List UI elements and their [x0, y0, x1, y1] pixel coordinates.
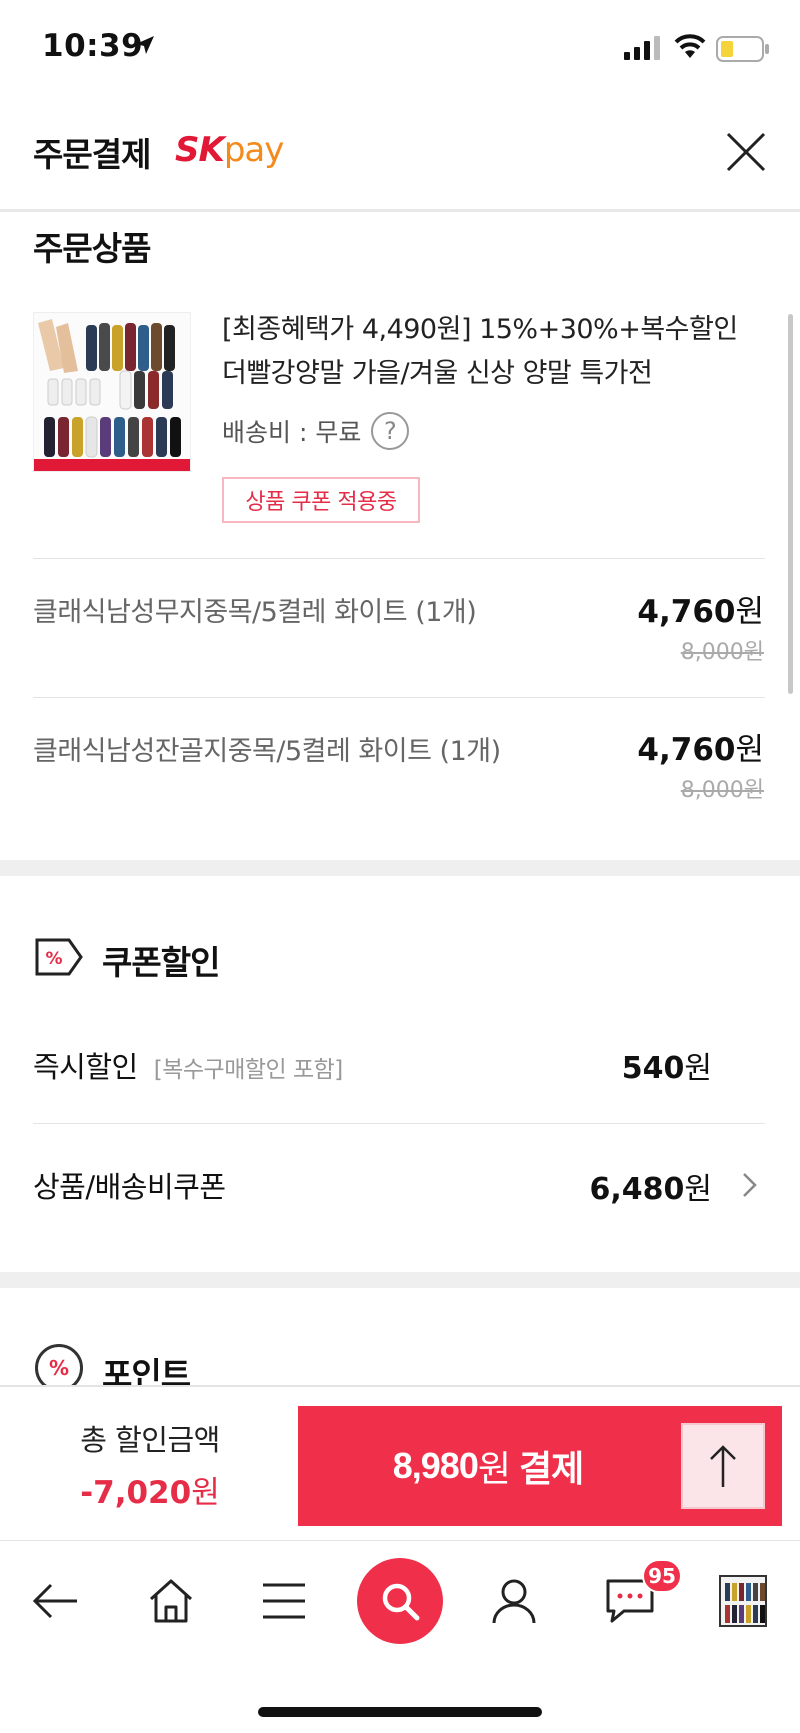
- shipping-info: 배송비 : 무료 ?: [222, 412, 410, 450]
- product-shipping-coupon-amount: 6,480: [589, 1172, 685, 1207]
- wifi-icon: [674, 34, 706, 58]
- section-divider: [0, 1272, 800, 1288]
- nav-back-button[interactable]: [16, 1561, 96, 1641]
- home-icon: [149, 1579, 193, 1623]
- nav-menu-button[interactable]: [244, 1561, 324, 1641]
- total-discount-won: 원: [191, 1475, 220, 1511]
- pay-bar: 총 할인금액 -7,020원 8,980 원 결제: [0, 1385, 800, 1540]
- status-bar: 10:39: [0, 0, 800, 100]
- pay-amount: 8,980: [392, 1445, 479, 1486]
- search-button-circle: [357, 1558, 443, 1644]
- pay-won: 원: [477, 1448, 511, 1489]
- product-thumbnail[interactable]: [33, 312, 191, 472]
- status-time: 10:39: [42, 28, 144, 64]
- option-price: 4,760원: [637, 586, 764, 631]
- bottom-nav: 95: [0, 1540, 800, 1733]
- coupon-tag-icon: %: [35, 938, 83, 976]
- total-discount-label: 총 할인금액: [80, 1423, 220, 1457]
- option-price-won: 원: [735, 732, 764, 768]
- product-shipping-coupon-label[interactable]: 상품/배송비쿠폰: [33, 1164, 226, 1206]
- instant-discount-sub: [복수구매할인 포함]: [153, 1057, 344, 1083]
- option-price-value: 4,760: [637, 594, 736, 630]
- pay-button-label: 8,980 원 결제: [298, 1406, 678, 1526]
- pay-action: 결제: [509, 1448, 584, 1489]
- coupon-section-title: 쿠폰할인: [102, 943, 220, 982]
- option-name: 클래식남성무지중목/5켤레 화이트 (1개): [33, 597, 477, 628]
- product-name[interactable]: [최종혜택가 4,490원] 15%+30%+복수할인 더빨강양말 가을/겨울 …: [222, 308, 762, 396]
- scrollbar[interactable]: [788, 314, 793, 694]
- coupon-icon-text: %: [45, 949, 62, 969]
- skpay-logo-pay: pay: [223, 130, 285, 170]
- chevron-right-icon[interactable]: [740, 1170, 760, 1200]
- back-arrow-icon: [32, 1583, 77, 1619]
- search-icon: [382, 1583, 420, 1621]
- arrow-up-icon: [710, 1445, 736, 1487]
- battery-icon: [716, 36, 769, 62]
- option-price-value: 4,760: [637, 732, 736, 768]
- instant-discount-amount: 540: [621, 1051, 685, 1086]
- option-name: 클래식남성잔골지중목/5켤레 화이트 (1개): [33, 736, 501, 767]
- close-icon: [726, 132, 766, 172]
- nav-home-button[interactable]: [131, 1561, 211, 1641]
- shipping-label: 배송비 : 무료: [222, 418, 362, 447]
- instant-discount-value: 540원: [622, 1043, 712, 1087]
- location-arrow-icon: [136, 36, 154, 54]
- section-divider: [0, 860, 800, 876]
- nav-chat-button[interactable]: 95: [590, 1559, 682, 1641]
- nav-mypage-button[interactable]: [474, 1561, 554, 1641]
- nav-search-button[interactable]: [357, 1558, 443, 1644]
- skpay-logo-sk: SK: [175, 130, 225, 170]
- chat-badge: 95: [642, 1559, 682, 1593]
- signal-icon: [624, 36, 660, 60]
- user-icon: [492, 1579, 536, 1624]
- header: 주문결제 SKpay: [0, 100, 800, 212]
- total-discount-amount: -7,020: [80, 1475, 192, 1511]
- option-price-won: 원: [735, 594, 764, 630]
- divider: [33, 558, 765, 559]
- home-indicator: [258, 1707, 542, 1717]
- instant-discount-won: 원: [684, 1051, 712, 1086]
- order-section-title: 주문상품: [33, 229, 151, 268]
- pay-button[interactable]: 8,980 원 결제: [298, 1406, 782, 1526]
- divider: [33, 1123, 765, 1124]
- product-image: [34, 313, 190, 471]
- coupon-applied-badge: 상품 쿠폰 적용중: [222, 477, 420, 523]
- page-title: 주문결제: [33, 135, 151, 174]
- instant-discount-label: 즉시할인 [복수구매할인 포함]: [33, 1044, 343, 1086]
- close-button[interactable]: [718, 124, 774, 180]
- recent-product-image: [721, 1577, 765, 1625]
- recent-product-thumbnail: [719, 1575, 767, 1627]
- skpay-logo: SKpay: [175, 130, 285, 170]
- nav-recent-button[interactable]: [703, 1561, 783, 1641]
- help-icon[interactable]: ?: [371, 412, 410, 450]
- option-original-price: 8,000원: [680, 640, 764, 665]
- total-discount-value: -7,020원: [0, 1467, 300, 1512]
- option-price: 4,760원: [637, 724, 764, 769]
- option-original-price: 8,000원: [680, 778, 764, 803]
- product-shipping-coupon-value[interactable]: 6,480원: [589, 1164, 712, 1208]
- scroll-top-button[interactable]: [681, 1423, 765, 1509]
- menu-icon: [263, 1583, 305, 1619]
- divider: [33, 697, 765, 698]
- product-shipping-coupon-won: 원: [684, 1172, 712, 1207]
- instant-discount-text: 즉시할인: [33, 1050, 138, 1084]
